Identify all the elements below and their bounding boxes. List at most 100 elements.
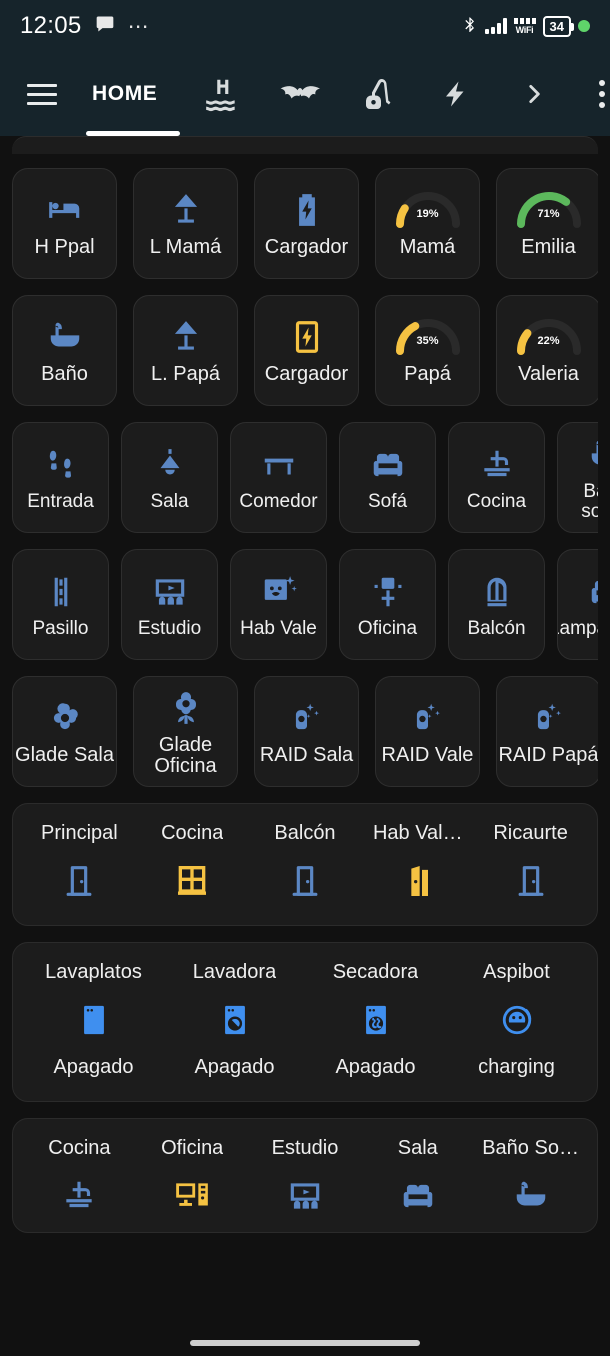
tile-l-pap[interactable]: L. Papá — [133, 295, 238, 406]
tab-vacuum[interactable] — [339, 52, 417, 136]
bathtub-icon[interactable] — [512, 1174, 550, 1218]
window-open-icon[interactable] — [172, 859, 212, 903]
door-closed-icon[interactable] — [511, 859, 551, 903]
door-item[interactable]: Principal — [23, 822, 136, 903]
tile-comedor[interactable]: Comedor — [230, 422, 327, 533]
door-item[interactable]: Ricaurte — [474, 822, 587, 903]
home-indicator — [190, 1340, 420, 1346]
room-item[interactable]: Sala — [361, 1137, 474, 1218]
tile-ba-o-social[interactable]: Baño social — [557, 422, 598, 533]
tile-raid-vale[interactable]: RAID Vale — [375, 676, 480, 787]
bed-icon — [46, 189, 84, 231]
tile-hab-vale[interactable]: Hab Vale — [230, 549, 327, 660]
appliance-name: Aspibot — [483, 961, 550, 983]
room-name: Sala — [397, 1137, 438, 1159]
tile-raid-sala[interactable]: RAID Sala — [254, 676, 359, 787]
tab-bar: HOME — [0, 52, 610, 136]
window-arch-icon — [478, 571, 516, 613]
tile-label: L. Papá — [151, 363, 220, 385]
appliance-item[interactable]: Aspibot charging — [446, 961, 587, 1079]
doors-row: Principal Cocina Balcón Hab Val… Ricaurte — [23, 822, 587, 903]
sofa-icon[interactable] — [399, 1174, 437, 1218]
dryer-icon[interactable] — [359, 998, 393, 1042]
appliance-item[interactable]: Lavaplatos Apagado — [23, 961, 164, 1079]
tile-glade-oficina[interactable]: Glade Oficina — [133, 676, 238, 787]
tile-cargador[interactable]: Cargador — [254, 295, 359, 406]
tile-label: Valeria — [518, 363, 579, 385]
tab-active-indicator — [86, 131, 180, 136]
tile-pasillo[interactable]: Pasillo — [12, 549, 109, 660]
tile-ba-o[interactable]: Baño — [12, 295, 117, 406]
room-item[interactable]: Estudio — [249, 1137, 362, 1218]
tile-l-mam[interactable]: L Mamá — [133, 168, 238, 279]
tile-label: Sala — [150, 490, 189, 512]
tile-valeria[interactable]: 22% Valeria — [496, 295, 598, 406]
projector-screen-icon — [151, 571, 189, 613]
gauge-value: 71% — [537, 208, 560, 220]
tile-label: H Ppal — [34, 236, 95, 258]
appliance-item[interactable]: Secadora Apagado — [305, 961, 446, 1079]
spray-can-icon — [409, 697, 447, 739]
door-name: Cocina — [161, 822, 224, 844]
robot-vacuum-icon[interactable] — [500, 998, 534, 1042]
appliance-state: Apagado — [53, 1056, 134, 1078]
door-item[interactable]: Hab Val… — [361, 822, 474, 903]
tile-glade-sala[interactable]: Glade Sala — [12, 676, 117, 787]
tile-mam[interactable]: 19% Mamá — [375, 168, 480, 279]
tile-entrada[interactable]: Entrada — [12, 422, 109, 533]
spray-can-icon — [288, 697, 326, 739]
tile-label: Sofá — [367, 490, 408, 512]
tile-emilia[interactable]: 71% Emilia — [496, 168, 598, 279]
room-item[interactable]: Cocina — [23, 1137, 136, 1218]
tab-more-chevron[interactable] — [495, 52, 573, 136]
lightning-bolt-icon — [441, 75, 471, 113]
dashboard-scroll-area[interactable]: H Ppal L Mamá Cargador 19% Mamá 71% Emilia Baño… — [0, 136, 610, 1356]
tile-sof[interactable]: Sofá — [339, 422, 436, 533]
door-open-icon[interactable] — [398, 859, 438, 903]
door-item[interactable]: Cocina — [136, 822, 249, 903]
ceiling-light-icon — [151, 444, 189, 486]
hallway-icon — [42, 571, 80, 613]
room-item[interactable]: Baño So… — [474, 1137, 587, 1218]
appliance-name: Lavadora — [192, 961, 277, 983]
room-name: Estudio — [271, 1137, 339, 1159]
chevron-right-icon — [521, 78, 547, 110]
tile-cocina[interactable]: Cocina — [448, 422, 545, 533]
door-closed-icon[interactable] — [59, 859, 99, 903]
tab-pool[interactable] — [183, 52, 261, 136]
washer-icon[interactable] — [218, 998, 252, 1042]
door-name: Balcón — [274, 822, 336, 844]
door-closed-icon[interactable] — [285, 859, 325, 903]
faucet-icon[interactable] — [60, 1174, 98, 1218]
tile-row: Glade Sala Glade Oficina RAID Sala RAID Val… — [12, 676, 598, 787]
tab-home[interactable]: HOME — [66, 52, 183, 136]
tile-raid-pap[interactable]: RAID Papá — [496, 676, 598, 787]
kebab-menu-icon[interactable] — [573, 52, 610, 136]
battery-charging-icon — [288, 189, 326, 231]
tile-oficina[interactable]: Oficina — [339, 549, 436, 660]
tile-pap[interactable]: 35% Papá — [375, 295, 480, 406]
appliance-item[interactable]: Lavadora Apagado — [164, 961, 305, 1079]
appliance-state: Apagado — [335, 1056, 416, 1078]
tile-sala[interactable]: Sala — [121, 422, 218, 533]
tile-label: LamparaSala — [558, 617, 598, 639]
door-name: Principal — [41, 822, 118, 844]
room-item[interactable]: Oficina — [136, 1137, 249, 1218]
tile-label: Balcón — [467, 617, 526, 639]
status-bar-right: WiFi 34 — [462, 14, 590, 39]
tile-estudio[interactable]: Estudio — [121, 549, 218, 660]
desktop-computer-icon[interactable] — [173, 1174, 211, 1218]
tile-lamparasala[interactable]: LamparaSala — [557, 549, 598, 660]
tile-balc-n[interactable]: Balcón — [448, 549, 545, 660]
tile-label: Oficina — [357, 617, 418, 639]
tile-h-ppal[interactable]: H Ppal — [12, 168, 117, 279]
dishwasher-icon[interactable] — [77, 998, 111, 1042]
tile-label: Entrada — [27, 490, 94, 512]
tile-cargador[interactable]: Cargador — [254, 168, 359, 279]
tab-bat[interactable] — [261, 52, 339, 136]
projector-screen-icon[interactable] — [286, 1174, 324, 1218]
tile-label: Emilia — [521, 236, 576, 258]
hamburger-menu-icon[interactable] — [18, 52, 66, 136]
tab-energy[interactable] — [417, 52, 495, 136]
door-item[interactable]: Balcón — [249, 822, 362, 903]
